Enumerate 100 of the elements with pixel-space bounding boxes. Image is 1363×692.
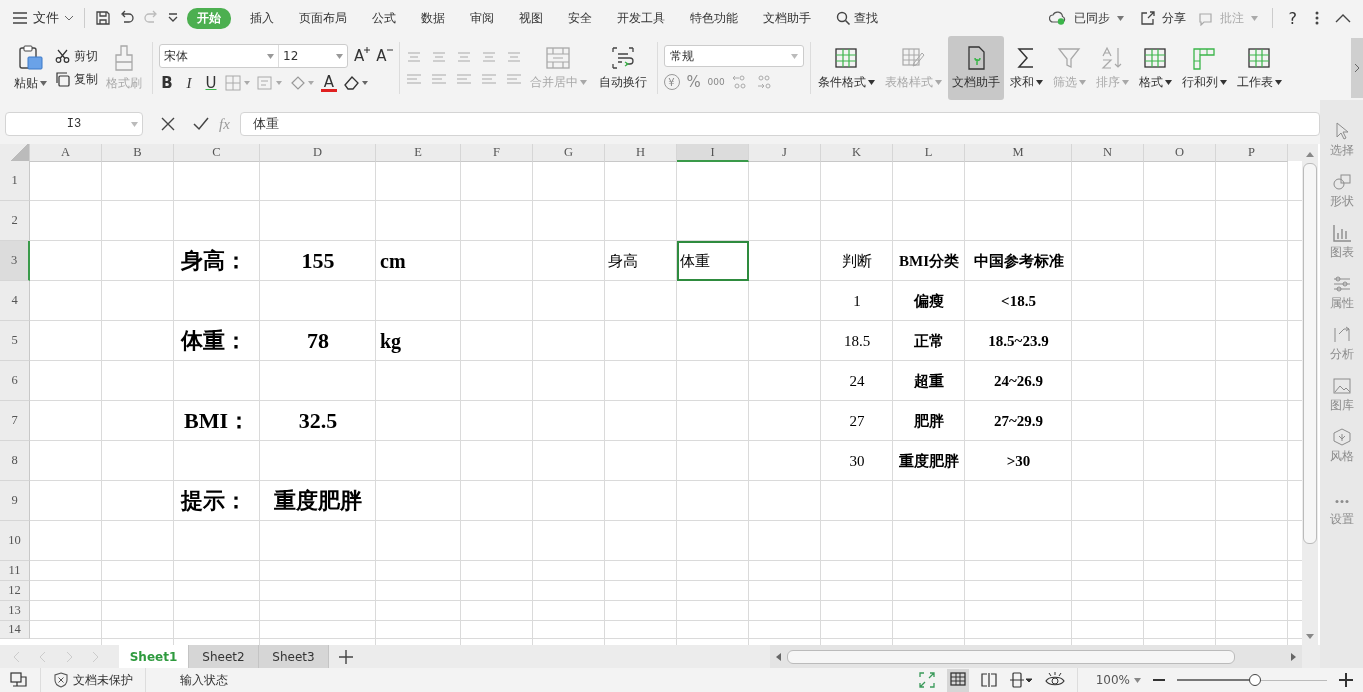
wrap-text-button[interactable]: 自动换行 [594, 43, 651, 93]
border-icon[interactable] [225, 75, 251, 91]
align-icon[interactable] [455, 51, 472, 63]
row-header[interactable]: 2 [0, 201, 30, 241]
row-header[interactable]: 6 [0, 361, 30, 401]
column-header[interactable]: P [1216, 144, 1288, 162]
column-header[interactable]: L [893, 144, 965, 162]
align-icon[interactable] [480, 73, 497, 85]
menu-tab[interactable]: 插入 [244, 7, 280, 29]
sheet-nav-icon[interactable] [38, 650, 48, 663]
sheet-nav-icon[interactable] [64, 650, 74, 663]
column-header[interactable]: B [102, 144, 174, 162]
align-icon[interactable] [405, 51, 422, 63]
increase-decimal-icon[interactable] [730, 74, 749, 90]
sync-button[interactable]: 已同步 [1044, 9, 1128, 27]
menu-tab[interactable]: 公式 [366, 7, 402, 29]
layout-icon[interactable] [10, 672, 28, 688]
row-header[interactable]: 12 [0, 581, 30, 601]
confirm-icon[interactable] [193, 117, 209, 131]
row-header[interactable]: 7 [0, 401, 30, 441]
row-header[interactable]: 8 [0, 441, 30, 481]
align-icon[interactable] [505, 51, 522, 63]
menu-tab[interactable]: 文档助手 [757, 7, 817, 29]
ribbon-tool-button[interactable]: 工作表 [1232, 36, 1286, 100]
row-header[interactable]: 5 [0, 321, 30, 361]
column-header[interactable]: M [965, 144, 1072, 162]
italic-button[interactable]: I [181, 74, 197, 92]
cell-style-icon[interactable] [257, 75, 283, 91]
fill-color-icon[interactable] [289, 75, 315, 91]
sheet-tab[interactable]: Sheet3 [259, 645, 329, 668]
bold-button[interactable]: B [159, 74, 175, 92]
scroll-up-icon[interactable] [1306, 152, 1314, 157]
align-icon[interactable] [480, 51, 497, 63]
collapse-icon[interactable] [1335, 13, 1351, 23]
more-icon[interactable] [1315, 11, 1319, 25]
column-header[interactable]: K [821, 144, 893, 162]
save-icon[interactable] [95, 10, 111, 26]
menu-tab[interactable]: 视图 [513, 7, 549, 29]
align-icon[interactable] [505, 73, 522, 85]
column-header[interactable]: C [174, 144, 260, 162]
copy-button[interactable]: 复制 [55, 71, 98, 88]
add-sheet-icon[interactable] [339, 649, 353, 664]
undo-icon[interactable] [119, 10, 135, 26]
protection-status[interactable]: 文档未保护 [53, 671, 133, 689]
horizontal-scrollbar[interactable] [770, 645, 1302, 668]
column-header[interactable]: J [749, 144, 821, 162]
sheet-tab[interactable]: Sheet1 [119, 645, 189, 668]
sheet-nav-icon[interactable] [90, 650, 100, 663]
menu-tab[interactable]: 安全 [562, 7, 598, 29]
ribbon-tool-button[interactable]: 条件格式 [813, 36, 879, 100]
row-header[interactable]: 3 [0, 241, 30, 281]
sheet-tab[interactable]: Sheet2 [189, 645, 259, 668]
menu-tab[interactable]: 特色功能 [684, 7, 744, 29]
column-header[interactable]: G [533, 144, 605, 162]
formula-input[interactable]: 体重 [239, 112, 1320, 136]
search-button[interactable]: 查找 [830, 7, 884, 29]
scroll-left-icon[interactable] [776, 652, 781, 661]
cancel-icon[interactable] [161, 117, 175, 131]
menu-tab[interactable]: 数据 [415, 7, 451, 29]
align-icon[interactable] [430, 51, 447, 63]
number-format-field[interactable]: 常规 [663, 45, 804, 67]
row-header[interactable]: 1 [0, 161, 30, 201]
align-icon[interactable] [430, 73, 447, 85]
help-button[interactable]: ? [1288, 8, 1297, 28]
ribbon-tool-button[interactable]: 文档助手 [947, 36, 1004, 100]
ribbon-tool-button[interactable]: 格式 [1134, 36, 1176, 100]
redo-icon[interactable] [143, 10, 159, 26]
reading-mode-icon[interactable] [1008, 672, 1033, 688]
menu-tab[interactable]: 开发工具 [611, 7, 671, 29]
normal-view-button[interactable] [946, 668, 969, 692]
row-header[interactable]: 9 [0, 481, 30, 521]
name-box[interactable]: I3 [5, 112, 143, 136]
row-header[interactable]: 14 [0, 621, 30, 639]
font-color-button[interactable]: A [321, 74, 337, 92]
sheet-nav-icon[interactable] [12, 650, 22, 663]
column-header[interactable]: D [260, 144, 376, 162]
scroll-down-icon[interactable] [1306, 634, 1314, 639]
vertical-scrollbar[interactable] [1302, 144, 1318, 645]
menu-tab[interactable]: 审阅 [464, 7, 500, 29]
column-header[interactable]: I [677, 144, 749, 162]
column-header[interactable]: O [1144, 144, 1216, 162]
column-header[interactable]: N [1072, 144, 1144, 162]
align-icon[interactable] [405, 73, 422, 85]
underline-button[interactable]: U [203, 74, 219, 92]
share-button[interactable]: 分享 [1135, 9, 1186, 27]
column-header[interactable]: E [376, 144, 461, 162]
scroll-right-icon[interactable] [1291, 652, 1296, 661]
menu-tab[interactable]: 页面布局 [293, 7, 353, 29]
eye-icon[interactable] [1044, 672, 1065, 688]
decrease-font-button[interactable]: A [376, 47, 393, 65]
column-header[interactable]: F [461, 144, 533, 162]
row-header[interactable]: 13 [0, 601, 30, 621]
row-header[interactable]: 11 [0, 561, 30, 581]
cut-button[interactable]: 剪切 [55, 48, 98, 65]
zoom-in-icon[interactable] [1339, 673, 1353, 687]
ribbon-tool-button[interactable]: 求和 [1005, 36, 1047, 100]
file-menu[interactable]: 文件 [12, 9, 74, 27]
eraser-icon[interactable] [343, 75, 369, 91]
row-header[interactable]: 10 [0, 521, 30, 561]
increase-font-button[interactable]: A [354, 47, 371, 65]
